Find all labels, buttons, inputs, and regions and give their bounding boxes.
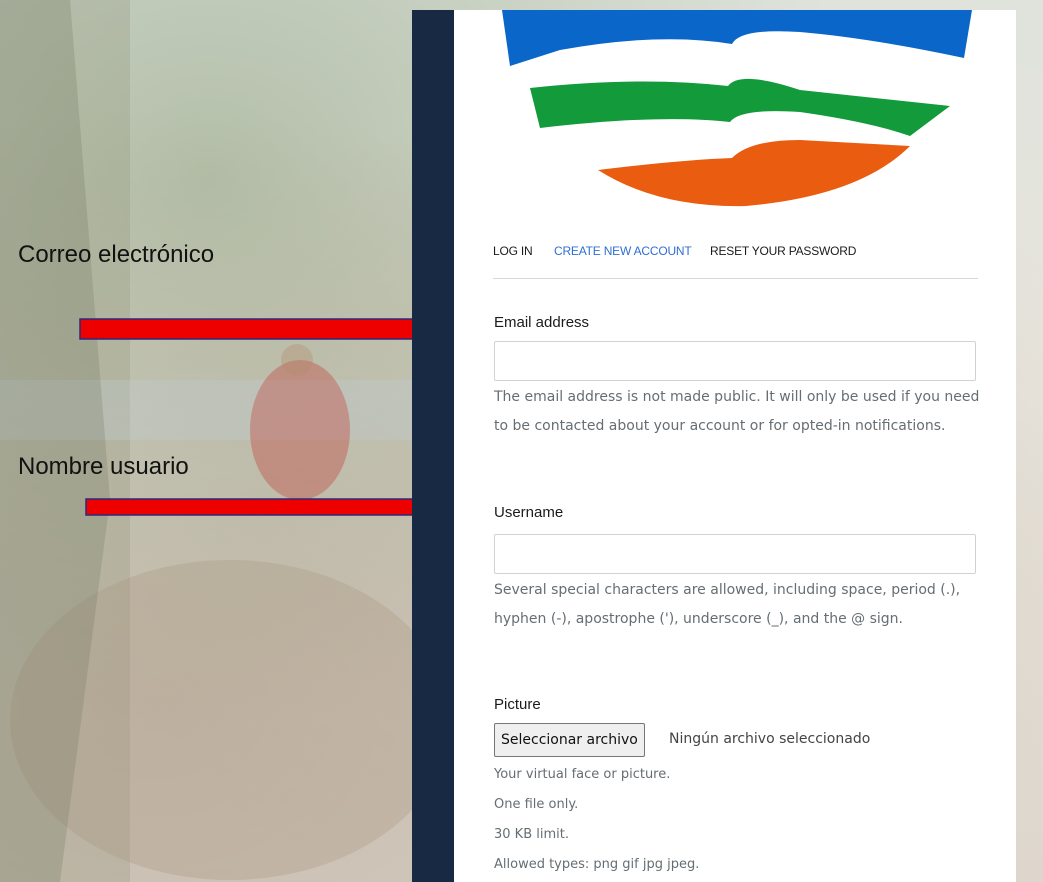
picture-help-text: Your virtual face or picture.	[494, 767, 671, 782]
annotation-email-label: Correo electrónico	[18, 241, 215, 268]
email-description: The email address is not made public. It…	[494, 389, 980, 434]
tab-create-new-account[interactable]: CREATE NEW ACCOUNT	[554, 244, 692, 258]
username-field[interactable]	[494, 534, 976, 574]
site-logo-icon	[502, 10, 972, 207]
annotation-username-label: Nombre usuario	[18, 453, 189, 480]
file-status-text: Ningún archivo seleccionado	[669, 731, 871, 747]
picture-size-limit: 30 KB limit.	[494, 827, 569, 842]
email-label: Email address	[494, 314, 590, 331]
username-description: Several special characters are allowed, …	[494, 582, 961, 627]
picture-allowed-types: Allowed types: png gif jpg jpeg.	[494, 857, 700, 872]
picture-label: Picture	[494, 696, 541, 713]
picture-file-count: One file only.	[494, 797, 579, 812]
username-label: Username	[494, 504, 564, 521]
choose-file-button[interactable]: Seleccionar archivo	[494, 723, 645, 757]
tab-log-in[interactable]: LOG IN	[493, 244, 533, 258]
account-tabs: LOG IN CREATE NEW ACCOUNT RESET YOUR PAS…	[493, 244, 978, 279]
email-field[interactable]	[494, 341, 976, 381]
tab-reset-password[interactable]: RESET YOUR PASSWORD	[710, 244, 856, 258]
